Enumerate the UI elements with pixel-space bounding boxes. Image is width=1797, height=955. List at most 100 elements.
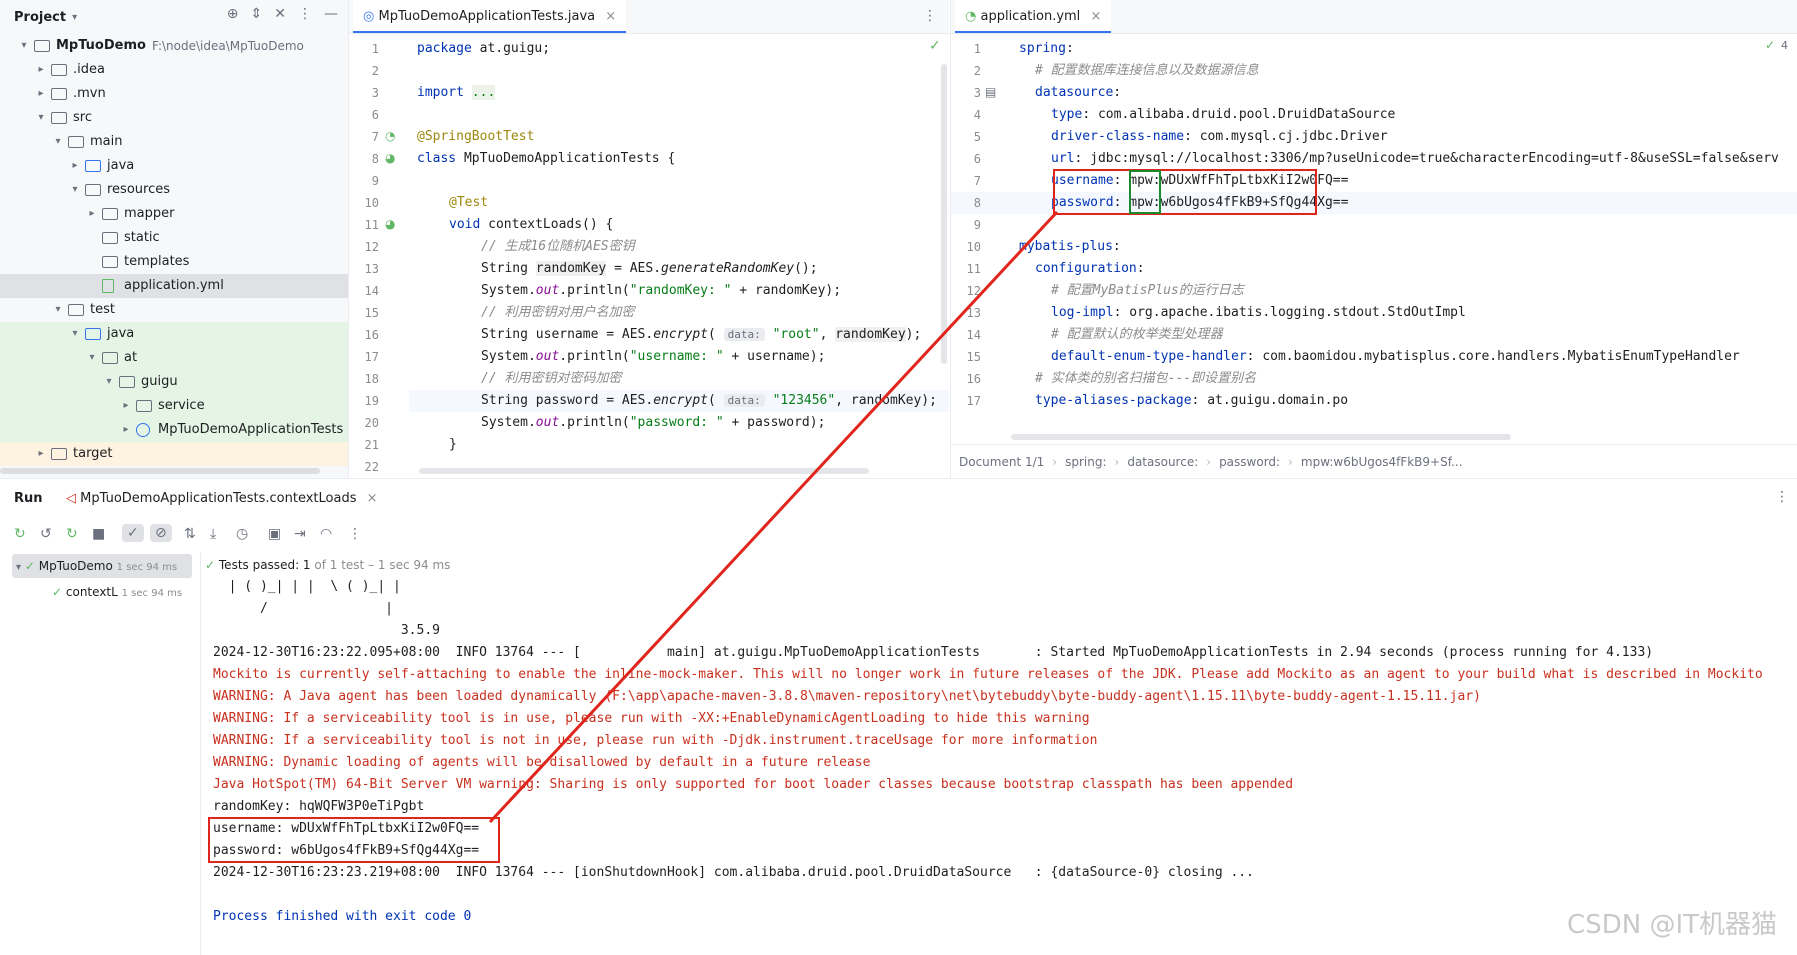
- tree-item-idea[interactable]: ▸ .idea: [0, 58, 348, 82]
- locate-icon[interactable]: ⊕: [227, 6, 239, 22]
- run-gutter-icon[interactable]: ◔: [385, 129, 395, 143]
- problems-count[interactable]: 4: [1781, 39, 1788, 52]
- horizontal-scrollbar[interactable]: [0, 468, 320, 474]
- close-icon[interactable]: ×: [367, 491, 378, 506]
- tree-item-src[interactable]: ▾ src: [0, 106, 348, 130]
- tab-application-yml[interactable]: ◔ application.yml ×: [955, 0, 1112, 33]
- tree-item-mptuodemoapplicationtests[interactable]: ▸ MpTuoDemoApplicationTests: [0, 418, 348, 442]
- tree-item-at[interactable]: ▾ at: [0, 346, 348, 370]
- tree-item-target[interactable]: ▸ target: [0, 442, 348, 466]
- show-passed-icon[interactable]: ✓: [122, 524, 144, 542]
- datasource-icon[interactable]: ▤: [985, 85, 996, 99]
- tree-item-root[interactable]: ▾ MpTuoDemo F:\node\idea\MpTuoDemo: [0, 34, 348, 58]
- chevron-right-icon[interactable]: ▸: [35, 58, 47, 82]
- tree-item-label: mapper: [124, 206, 175, 221]
- code-line: configuration:: [1035, 261, 1145, 276]
- chevron-right-icon[interactable]: ▸: [69, 154, 81, 178]
- line-number: 6: [973, 152, 981, 166]
- line-number: 16: [364, 328, 379, 342]
- close-icon[interactable]: ×: [605, 9, 616, 24]
- tab-java-test[interactable]: ◎ MpTuoDemoApplicationTests.java ×: [353, 0, 627, 33]
- horizontal-scrollbar[interactable]: [1011, 434, 1511, 440]
- code-line: # 配置数据库连接信息以及数据源信息: [1035, 63, 1259, 78]
- chevron-right-icon[interactable]: ▸: [86, 202, 98, 226]
- tree-item-main[interactable]: ▾ main: [0, 130, 348, 154]
- tree-item-mvn[interactable]: ▸ .mvn: [0, 82, 348, 106]
- test-tree-item[interactable]: ✓ contextL 1 sec 94 ms: [52, 580, 192, 604]
- history-icon[interactable]: ◷: [236, 526, 248, 542]
- breadcrumb-separator: ›: [1206, 455, 1212, 469]
- camera-icon[interactable]: ▣: [268, 526, 281, 542]
- tree-item-mapper[interactable]: ▸ mapper: [0, 202, 348, 226]
- test-tree-item-label: contextL: [65, 585, 118, 599]
- chevron-down-icon[interactable]: ▾: [69, 322, 81, 346]
- console-output[interactable]: ✓ Tests passed: 1 of 1 test – 1 sec 94 m…: [201, 552, 1797, 955]
- tree-item-java[interactable]: ▸ java: [0, 154, 348, 178]
- horizontal-scrollbar[interactable]: [419, 468, 869, 474]
- run-gutter-icon[interactable]: ◕: [385, 217, 395, 231]
- breadcrumb-item[interactable]: password:: [1219, 455, 1280, 469]
- chevron-down-icon[interactable]: ▾: [72, 12, 77, 23]
- expand-all-icon[interactable]: ⇕: [251, 6, 263, 22]
- chevron-right-icon[interactable]: ▸: [35, 442, 47, 466]
- close-icon[interactable]: ×: [1090, 9, 1101, 24]
- tree-item-application-yml[interactable]: application.yml: [0, 274, 348, 298]
- rerun-icon[interactable]: ↻: [14, 526, 26, 542]
- run-gutter-icon[interactable]: ◕: [385, 151, 395, 165]
- vertical-scrollbar[interactable]: [941, 64, 947, 364]
- chevron-down-icon[interactable]: ▾: [18, 34, 30, 58]
- breadcrumb-item[interactable]: datasource:: [1127, 455, 1198, 469]
- collapse-all-icon[interactable]: ✕: [274, 6, 286, 22]
- chevron-down-icon[interactable]: ▾: [52, 298, 64, 322]
- tree-item-guigu[interactable]: ▾ guigu: [0, 370, 348, 394]
- breadcrumb-separator: ›: [1052, 455, 1058, 469]
- test-tree-root[interactable]: ▾ ✓ MpTuoDemo 1 sec 94 ms: [12, 554, 192, 578]
- chevron-down-icon[interactable]: ▾: [86, 346, 98, 370]
- tab-run[interactable]: Run: [14, 491, 43, 506]
- highlight-box-prefix: [1129, 170, 1161, 214]
- hide-icon[interactable]: —: [324, 6, 338, 22]
- more-icon[interactable]: ⋮: [1775, 489, 1789, 505]
- code-line: # 配置MyBatisPlus的运行日志: [1051, 283, 1244, 298]
- speedometer-icon[interactable]: ◠: [320, 526, 332, 542]
- export-icon[interactable]: ⇥: [294, 526, 306, 542]
- console-line: Mockito is currently self-attaching to e…: [213, 667, 1763, 682]
- show-ignored-icon[interactable]: ⊘: [150, 524, 172, 542]
- test-status: ✓ Tests passed: 1 of 1 test – 1 sec 94 m…: [205, 558, 450, 572]
- chevron-down-icon[interactable]: ▾: [16, 562, 21, 573]
- breadcrumb-item[interactable]: mpw:w6bUgos4fFkB9+Sf...: [1301, 455, 1463, 469]
- chevron-down-icon[interactable]: ▾: [52, 130, 64, 154]
- more-icon[interactable]: ⋮: [298, 6, 312, 22]
- code-line: @Test: [449, 195, 489, 210]
- chevron-down-icon[interactable]: ▾: [103, 370, 115, 394]
- line-number: 9: [371, 174, 379, 188]
- project-title[interactable]: Project: [14, 10, 66, 25]
- chevron-right-icon[interactable]: ▸: [120, 418, 132, 442]
- run-config-tab[interactable]: ◁ MpTuoDemoApplicationTests.contextLoads…: [66, 491, 378, 506]
- import-tests-icon[interactable]: ⤓: [210, 526, 216, 542]
- chevron-right-icon[interactable]: ▸: [120, 394, 132, 418]
- tree-item-test[interactable]: ▾ test: [0, 298, 348, 322]
- tree-item-templates[interactable]: templates: [0, 250, 348, 274]
- rerun-failed-icon[interactable]: ↺: [40, 526, 52, 542]
- more-icon[interactable]: ⋮: [348, 526, 362, 542]
- line-number: 11: [966, 262, 981, 276]
- line-number: 3: [973, 86, 981, 100]
- tree-item-resources[interactable]: ▾ resources: [0, 178, 348, 202]
- sort-icon[interactable]: ⇅: [184, 526, 196, 542]
- right-editor[interactable]: 1 2 3 4 5 6 7 8 9 10 11 12 13 14 15 16 17 spring: # 配置数据库连…: [951, 34, 1797, 444]
- breadcrumb-item[interactable]: spring:: [1065, 455, 1106, 469]
- folder-icon: [136, 400, 152, 412]
- left-editor[interactable]: 1 2 3 6 7 8 9 10 11 12 13 14 15 16 17 18 19 20 21 22 package…: [349, 34, 949, 478]
- chevron-down-icon[interactable]: ▾: [69, 178, 81, 202]
- tree-item-static[interactable]: static: [0, 226, 348, 250]
- breadcrumb-item[interactable]: Document 1/1: [959, 455, 1044, 469]
- chevron-right-icon[interactable]: ▸: [35, 82, 47, 106]
- more-icon[interactable]: ⋮: [923, 8, 937, 24]
- toggle-auto-test-icon[interactable]: ↻: [66, 526, 78, 542]
- tree-item-java[interactable]: ▾ java: [0, 322, 348, 346]
- tree-item-service[interactable]: ▸ service: [0, 394, 348, 418]
- stop-icon[interactable]: ■: [92, 526, 105, 542]
- chevron-down-icon[interactable]: ▾: [35, 106, 47, 130]
- status-text: Tests passed: 1: [218, 558, 311, 572]
